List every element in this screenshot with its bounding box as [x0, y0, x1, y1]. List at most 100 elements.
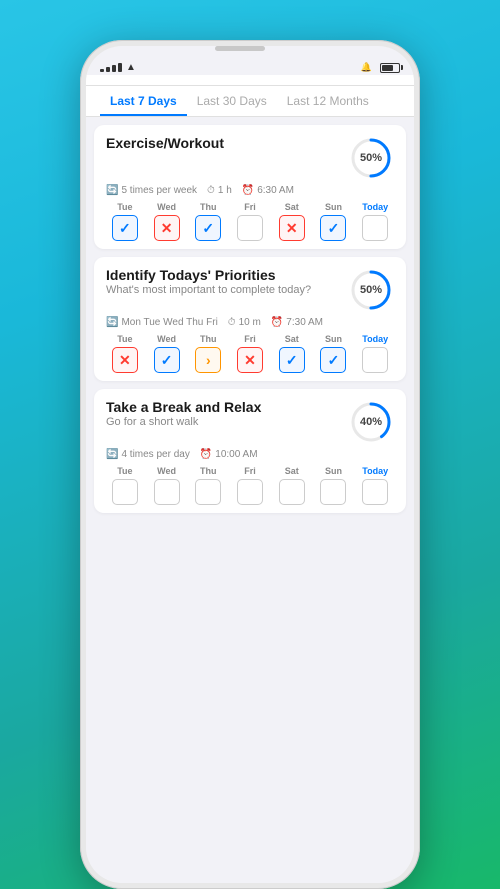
day-check-priorities-2[interactable]: ›	[195, 347, 221, 373]
day-col-break-0: Tue	[106, 466, 144, 505]
days-row-exercise: Tue ✓ Wed ✕ Thu ✓	[106, 202, 394, 241]
camera	[407, 47, 414, 54]
meta-item-break-1: ⏰ 10:00 AM	[200, 449, 258, 460]
status-bar: ▲ 🔔	[86, 58, 414, 75]
meta-text-exercise-1: 1 h	[218, 185, 232, 196]
day-label-exercise-5: Sun	[325, 202, 342, 212]
day-label-break-3: Fri	[244, 466, 256, 476]
meta-icon-break-1: ⏰	[200, 449, 212, 460]
day-col-priorities-6: Today	[356, 334, 394, 373]
day-col-priorities-1: Wed ✓	[148, 334, 186, 373]
day-col-priorities-5: Sun ✓	[315, 334, 353, 373]
alarm-icon: 🔔	[361, 62, 372, 73]
signal-icon	[100, 63, 122, 72]
tab-last12[interactable]: Last 12 Months	[277, 86, 379, 116]
day-label-break-4: Sat	[285, 466, 299, 476]
day-label-break-0: Tue	[117, 466, 132, 476]
day-label-priorities-1: Wed	[157, 334, 176, 344]
habit-meta-break: 🔄 4 times per day ⏰ 10:00 AM	[106, 449, 394, 460]
meta-icon-priorities-1: ⏱	[228, 317, 236, 328]
day-check-break-5[interactable]	[320, 479, 346, 505]
day-label-exercise-1: Wed	[157, 202, 176, 212]
day-label-priorities-4: Sat	[285, 334, 299, 344]
day-check-exercise-0[interactable]: ✓	[112, 215, 138, 241]
day-col-exercise-1: Wed ✕	[148, 202, 186, 241]
meta-item-priorities-2: ⏰ 7:30 AM	[271, 317, 323, 328]
day-col-break-2: Thu	[189, 466, 227, 505]
day-col-break-5: Sun	[315, 466, 353, 505]
day-check-exercise-3[interactable]	[237, 215, 263, 241]
meta-text-break-0: 4 times per day	[121, 449, 189, 460]
habit-title-exercise: Exercise/Workout	[106, 135, 224, 151]
tabs-bar: Last 7 Days Last 30 Days Last 12 Months	[86, 86, 414, 117]
meta-item-priorities-1: ⏱ 10 m	[228, 317, 261, 328]
day-col-break-6: Today	[356, 466, 394, 505]
day-check-break-6[interactable]	[362, 479, 388, 505]
day-label-break-6: Today	[362, 466, 388, 476]
meta-text-exercise-2: 6:30 AM	[257, 185, 294, 196]
day-col-exercise-6: Today	[356, 202, 394, 241]
progress-circle-exercise: 50%	[348, 135, 394, 181]
day-check-exercise-6[interactable]	[362, 215, 388, 241]
day-col-priorities-2: Thu ›	[189, 334, 227, 373]
day-col-priorities-3: Fri ✕	[231, 334, 269, 373]
day-check-exercise-2[interactable]: ✓	[195, 215, 221, 241]
day-label-break-2: Thu	[200, 466, 217, 476]
day-col-break-4: Sat	[273, 466, 311, 505]
days-row-priorities: Tue ✕ Wed ✓ Thu ›	[106, 334, 394, 373]
days-row-break: Tue Wed Thu	[106, 466, 394, 505]
day-check-break-1[interactable]	[154, 479, 180, 505]
meta-icon-priorities-2: ⏰	[271, 317, 283, 328]
meta-item-exercise-2: ⏰ 6:30 AM	[242, 185, 294, 196]
day-check-priorities-3[interactable]: ✕	[237, 347, 263, 373]
day-label-priorities-6: Today	[362, 334, 388, 344]
meta-item-priorities-0: 🔄 Mon Tue Wed Thu Fri	[106, 317, 218, 328]
content-area: Exercise/Workout 50% 🔄 5 times per week	[86, 117, 414, 883]
day-col-exercise-5: Sun ✓	[315, 202, 353, 241]
day-check-break-4[interactable]	[279, 479, 305, 505]
day-check-break-2[interactable]	[195, 479, 221, 505]
meta-text-exercise-0: 5 times per week	[121, 185, 197, 196]
meta-text-priorities-2: 7:30 AM	[286, 317, 323, 328]
tab-last30[interactable]: Last 30 Days	[187, 86, 277, 116]
phone-notch	[86, 46, 414, 54]
day-col-break-1: Wed	[148, 466, 186, 505]
hero-text	[230, 0, 270, 40]
day-check-priorities-6[interactable]	[362, 347, 388, 373]
day-check-break-3[interactable]	[237, 479, 263, 505]
progress-label-exercise: 50%	[360, 152, 382, 164]
habit-card-exercise: Exercise/Workout 50% 🔄 5 times per week	[94, 125, 406, 249]
nav-bar	[86, 75, 414, 86]
habit-card-break: Take a Break and Relax Go for a short wa…	[94, 389, 406, 513]
day-check-exercise-4[interactable]: ✕	[279, 215, 305, 241]
meta-text-priorities-1: 10 m	[239, 317, 261, 328]
day-label-priorities-5: Sun	[325, 334, 342, 344]
habit-card-priorities: Identify Todays' Priorities What's most …	[94, 257, 406, 381]
day-label-exercise-2: Thu	[200, 202, 217, 212]
day-col-exercise-0: Tue ✓	[106, 202, 144, 241]
habit-meta-priorities: 🔄 Mon Tue Wed Thu Fri ⏱ 10 m ⏰ 7:30 AM	[106, 317, 394, 328]
habit-title-priorities: Identify Todays' Priorities	[106, 267, 311, 283]
day-col-priorities-0: Tue ✕	[106, 334, 144, 373]
meta-item-exercise-0: 🔄 5 times per week	[106, 185, 197, 196]
status-right: 🔔	[361, 62, 400, 73]
day-label-break-5: Sun	[325, 466, 342, 476]
battery-icon	[380, 63, 400, 73]
day-label-priorities-0: Tue	[117, 334, 132, 344]
day-check-priorities-4[interactable]: ✓	[279, 347, 305, 373]
day-check-break-0[interactable]	[112, 479, 138, 505]
meta-icon-exercise-1: ⏱	[207, 185, 215, 196]
progress-label-break: 40%	[360, 416, 382, 428]
day-label-exercise-3: Fri	[244, 202, 256, 212]
day-check-priorities-0[interactable]: ✕	[112, 347, 138, 373]
tab-last7[interactable]: Last 7 Days	[100, 86, 187, 116]
meta-icon-exercise-0: 🔄	[106, 185, 118, 196]
day-check-exercise-1[interactable]: ✕	[154, 215, 180, 241]
day-col-exercise-4: Sat ✕	[273, 202, 311, 241]
day-check-priorities-5[interactable]: ✓	[320, 347, 346, 373]
day-check-exercise-5[interactable]: ✓	[320, 215, 346, 241]
day-check-priorities-1[interactable]: ✓	[154, 347, 180, 373]
meta-item-exercise-1: ⏱ 1 h	[207, 185, 232, 196]
wifi-icon: ▲	[126, 62, 136, 73]
habit-desc-break: Go for a short walk	[106, 415, 261, 429]
